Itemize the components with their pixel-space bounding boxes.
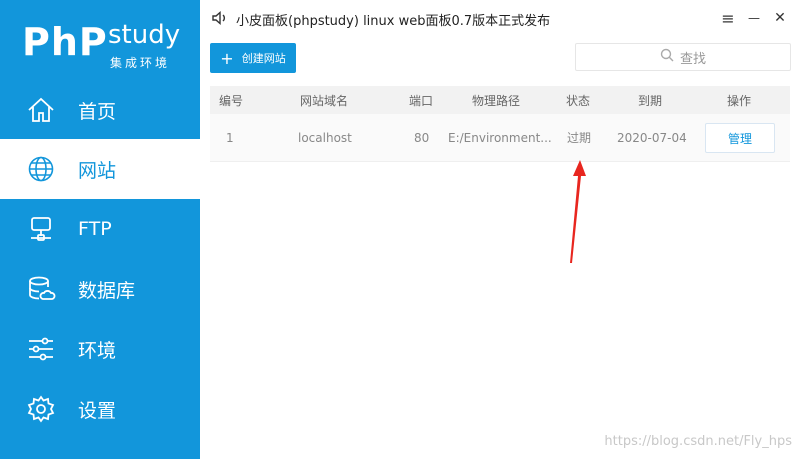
minimize-button[interactable]: — bbox=[744, 8, 764, 28]
home-icon bbox=[26, 95, 56, 125]
sidebar-item-database[interactable]: 数据库 bbox=[0, 259, 200, 319]
globe-icon bbox=[26, 154, 56, 184]
column-header-action: 操作 bbox=[727, 93, 752, 108]
database-icon bbox=[26, 274, 56, 304]
cell-domain: localhost bbox=[298, 130, 352, 145]
logo-study: study bbox=[108, 20, 181, 50]
watermark: https://blog.csdn.net/Fly_hps bbox=[604, 434, 792, 449]
red-arrow-annotation bbox=[570, 160, 586, 263]
sidebar-item-ftp[interactable]: FTP bbox=[0, 199, 200, 259]
app-logo: PhP study 集成环境 bbox=[22, 20, 192, 76]
plus-icon: + bbox=[220, 48, 234, 68]
sidebar-item-label: 数据库 bbox=[78, 279, 136, 302]
column-header-port: 端口 bbox=[409, 93, 434, 108]
sidebar-item-label: FTP bbox=[78, 218, 112, 240]
sliders-icon bbox=[26, 334, 56, 364]
logo-php: PhP bbox=[22, 20, 108, 64]
sidebar-item-label: 设置 bbox=[78, 399, 117, 422]
cell-path: E:/Environment... bbox=[448, 130, 552, 145]
column-header-status: 状态 bbox=[566, 93, 591, 108]
column-header-id: 编号 bbox=[219, 93, 244, 108]
cell-id: 1 bbox=[226, 130, 234, 145]
cell-expire: 2020-07-04 bbox=[617, 130, 687, 145]
title-bar: 小皮面板(phpstudy) linux web面板0.7版本正式发布 ≡ — … bbox=[200, 0, 800, 36]
announcement-title[interactable]: 小皮面板(phpstudy) linux web面板0.7版本正式发布 bbox=[236, 10, 550, 29]
sidebar-item-label: 首页 bbox=[78, 100, 117, 123]
create-website-button[interactable]: + 创建网站 bbox=[210, 43, 296, 73]
column-header-domain: 网站域名 bbox=[300, 93, 349, 108]
table-header: 编号 网站域名 端口 物理路径 状态 到期 操作 bbox=[210, 86, 790, 114]
close-button[interactable]: ✕ bbox=[770, 8, 790, 28]
table-row[interactable]: 1 localhost 80 E:/Environment... 过期 2020… bbox=[210, 114, 790, 162]
sidebar-item-home[interactable]: 首页 bbox=[0, 80, 200, 140]
sidebar-item-label: 网站 bbox=[78, 159, 117, 182]
sidebar-item-environment[interactable]: 环境 bbox=[0, 319, 200, 379]
column-header-path: 物理路径 bbox=[472, 93, 521, 108]
gear-icon bbox=[26, 394, 56, 424]
column-header-expire: 到期 bbox=[638, 93, 663, 108]
search-placeholder: 查找 bbox=[679, 51, 706, 67]
websites-table: 编号 网站域名 端口 物理路径 状态 到期 操作 1 localhost 80 … bbox=[210, 86, 790, 162]
announcement-speaker-icon[interactable] bbox=[210, 9, 228, 27]
ftp-server-icon bbox=[26, 214, 56, 244]
logo-subtitle: 集成环境 bbox=[110, 56, 171, 70]
manage-button[interactable]: 管理 bbox=[705, 123, 775, 153]
cell-status: 过期 bbox=[567, 131, 592, 145]
sidebar-item-websites[interactable]: 网站 bbox=[0, 139, 200, 199]
menu-button[interactable]: ≡ bbox=[718, 8, 738, 28]
sidebar-item-label: 环境 bbox=[78, 339, 117, 362]
search-icon bbox=[660, 48, 680, 66]
create-website-label: 创建网站 bbox=[241, 52, 286, 65]
cell-port: 80 bbox=[414, 130, 430, 145]
search-input[interactable]: 查找 bbox=[575, 43, 791, 71]
sidebar-item-settings[interactable]: 设置 bbox=[0, 379, 200, 439]
sidebar: PhP study 集成环境 首页 网站 FTP 数据库 环境 设置 bbox=[0, 0, 200, 459]
